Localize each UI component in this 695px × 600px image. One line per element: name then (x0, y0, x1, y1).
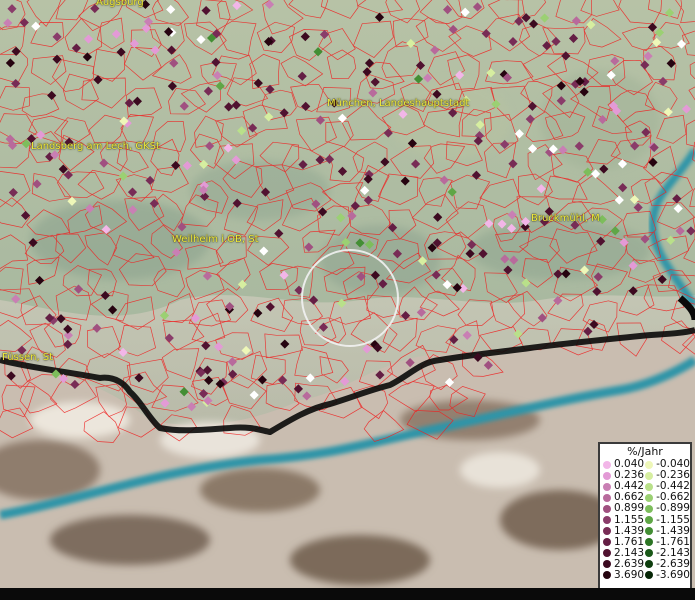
legend-swatch-icon (645, 460, 654, 469)
place-augsburg: Augsburg (96, 0, 144, 8)
legend-swatch-icon (603, 527, 611, 536)
place-fuessen: Füssen, St (2, 352, 54, 363)
legend-label: -1.155 (656, 513, 690, 526)
legend-swatch-icon (645, 504, 654, 513)
legend-entry: -0.899 (645, 503, 690, 514)
legend-label: -0.899 (656, 502, 690, 515)
place-landsberg: Landsberg am Lech, GKSt (31, 141, 160, 152)
legend-entry: 0.899 (603, 503, 645, 514)
legend: %/Jahr 0.040 -0.040 0.236 -0.236 0.442 -0.442… (598, 442, 692, 598)
legend-swatch-icon (645, 571, 654, 580)
legend-swatch-icon (603, 471, 611, 480)
legend-label: 3.690 (614, 568, 645, 581)
legend-swatch-icon (645, 482, 654, 491)
legend-swatch-icon (603, 560, 611, 569)
legend-entry: -1.155 (645, 514, 690, 525)
legend-entry: 1.439 (603, 524, 645, 537)
map-canvas[interactable] (0, 0, 695, 600)
legend-swatch-icon (603, 538, 611, 547)
bottom-bar (0, 588, 695, 600)
legend-swatch-icon (645, 549, 654, 558)
legend-swatch-icon (645, 560, 654, 569)
legend-swatch-icon (603, 571, 611, 580)
legend-label: 1.155 (614, 513, 645, 526)
legend-entry: -1.439 (645, 524, 690, 537)
legend-swatch-icon (603, 482, 611, 491)
legend-swatch-icon (645, 527, 654, 536)
legend-swatch-icon (603, 549, 611, 558)
legend-swatch-icon (603, 493, 611, 502)
legend-swatch-icon (603, 504, 611, 513)
legend-entry: 3.690 (603, 568, 645, 581)
place-muenchen: München, Landeshauptstadt (327, 98, 470, 109)
legend-swatch-icon (645, 493, 654, 502)
legend-entry: 1.155 (603, 514, 645, 525)
legend-swatch-icon (645, 471, 654, 480)
legend-swatch-icon (603, 460, 611, 469)
legend-label: -3.690 (656, 568, 690, 581)
place-weilheim: Weilheim i.OB, St (172, 234, 259, 245)
legend-label: 1.439 (614, 524, 645, 537)
legend-label: 0.899 (614, 502, 645, 515)
legend-swatch-icon (603, 516, 611, 525)
legend-swatch-icon (645, 516, 654, 525)
place-bruckmuehl: Bruckmühl, M (531, 213, 600, 224)
legend-swatch-icon (645, 538, 654, 547)
legend-rows: 0.040 -0.040 0.236 -0.236 0.442 -0.442 0.662 -0… (600, 459, 690, 581)
legend-title: %/Jahr (627, 445, 663, 458)
legend-label: -1.439 (656, 524, 690, 537)
legend-entry: -3.690 (645, 568, 690, 581)
